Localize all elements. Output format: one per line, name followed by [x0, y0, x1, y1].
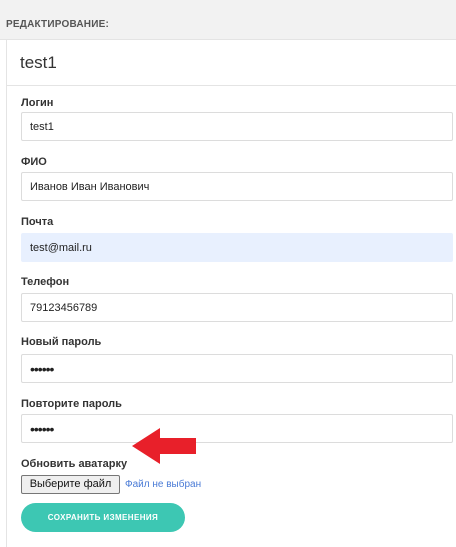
login-label: Логин [21, 97, 54, 109]
avatar-label: Обновить аватарку [21, 458, 128, 470]
fio-input[interactable] [21, 172, 453, 201]
red-arrow-shape [132, 428, 196, 464]
login-input[interactable] [21, 112, 453, 141]
file-status-text: Файл не выбран [125, 479, 202, 490]
email-input[interactable] [21, 233, 453, 262]
fio-label: ФИО [21, 156, 47, 168]
red-arrow-icon [132, 428, 196, 464]
new-password-input[interactable] [21, 354, 453, 383]
edit-panel: test1 Логин ФИО Почта Телефон Новый паро… [6, 40, 456, 547]
panel-title-box: test1 [7, 40, 456, 86]
save-changes-button[interactable]: СОХРАНИТЬ ИЗМЕНЕНИЯ [21, 503, 185, 532]
email-label: Почта [21, 216, 54, 228]
phone-input[interactable] [21, 293, 453, 322]
phone-label: Телефон [21, 276, 70, 288]
choose-file-button[interactable]: Выберите файл [21, 475, 120, 494]
new-password-label: Новый пароль [21, 336, 102, 348]
repeat-password-label: Повторите пароль [21, 398, 122, 410]
repeat-password-input[interactable] [21, 414, 453, 443]
page-header: РЕДАКТИРОВАНИЕ: [0, 0, 456, 40]
user-title: test1 [20, 53, 57, 72]
page-title: РЕДАКТИРОВАНИЕ: [6, 19, 110, 30]
